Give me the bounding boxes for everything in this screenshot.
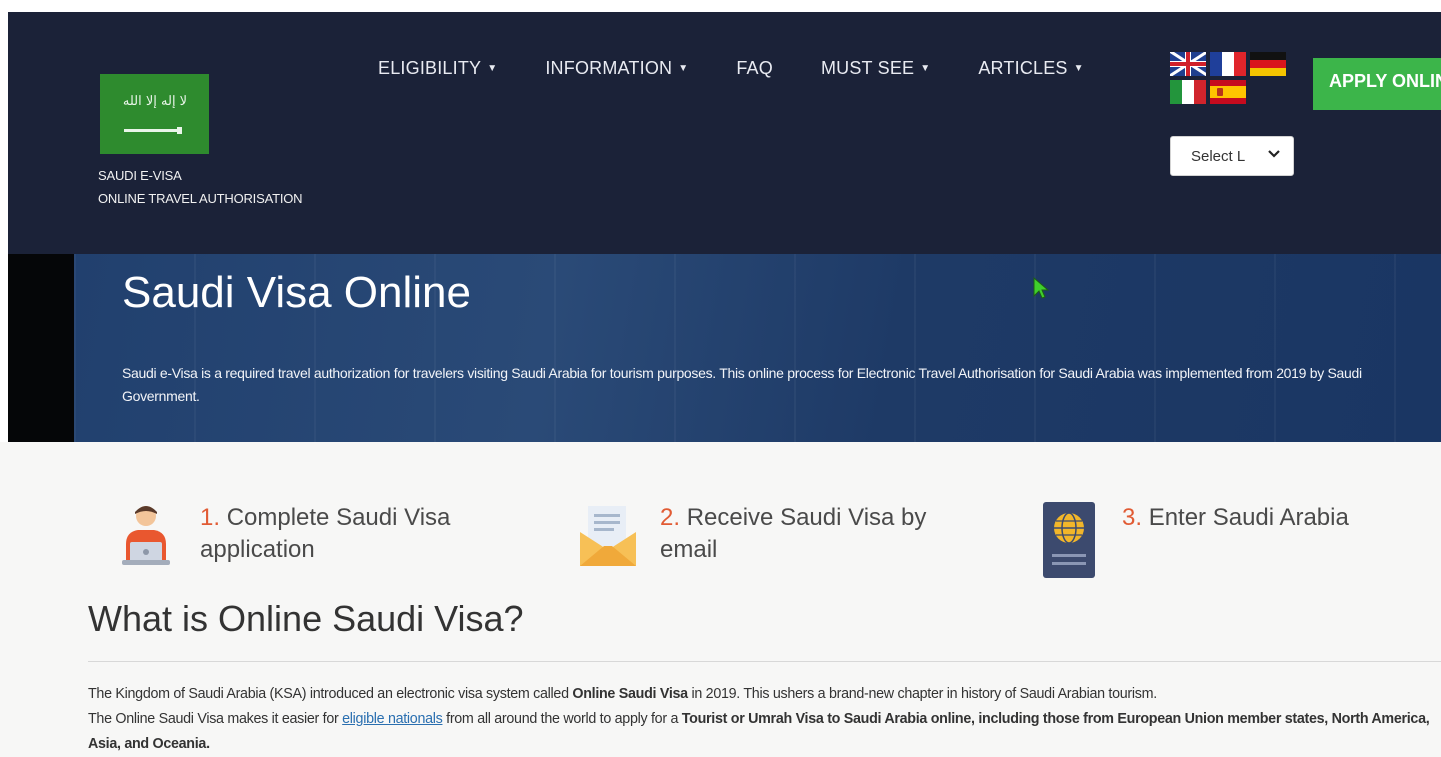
caret-down-icon: ▼ [487,63,498,74]
step-2-text: 2. Receive Saudi Visa by email [660,504,927,563]
person-laptop-icon [122,506,170,565]
apply-online-button[interactable]: APPLY ONLINE [1313,58,1441,110]
hero-left-edge [8,254,74,442]
italy-flag-icon[interactable] [1170,80,1206,104]
uk-flag-icon[interactable] [1170,52,1206,76]
language-select-value: Select L [1191,147,1246,165]
eligible-nationals-link[interactable]: eligible nationals [342,711,443,727]
caret-down-icon: ▼ [920,63,931,74]
caret-down-icon: ▼ [1073,63,1084,74]
nav-information[interactable]: INFORMATION ▼ [545,58,688,79]
envelope-icon [580,506,636,566]
france-flag-icon[interactable] [1210,52,1246,76]
germany-flag-icon[interactable] [1250,52,1286,76]
brand-line-1: SAUDI E-VISA [98,168,182,183]
section-paragraph: The Kingdom of Saudi Arabia (KSA) introd… [88,686,1430,752]
section-title: What is Online Saudi Visa? [88,598,524,639]
saudi-flag-logo[interactable]: لا إله إلا الله [100,74,209,154]
brand-text[interactable]: SAUDI E-VISA ONLINE TRAVEL AUTHORISATION [98,164,303,210]
brand-line-2: ONLINE TRAVEL AUTHORISATION [98,191,303,206]
mouse-cursor-icon [1033,276,1050,299]
nav-faq[interactable]: FAQ [736,58,773,79]
main-nav: ELIGIBILITY ▼ INFORMATION ▼ FAQ MUST SEE ▼ … [378,58,1132,79]
logo-script: لا إله إلا الله [122,94,188,109]
hero-description: Saudi e-Visa is a required travel author… [122,365,1362,404]
chevron-down-icon [1267,147,1281,164]
passport-icon [1043,502,1095,578]
step-1-text: 1. Complete Saudi Visa application [200,504,451,563]
caret-down-icon: ▼ [678,63,689,74]
nav-eligibility[interactable]: ELIGIBILITY ▼ [378,58,497,79]
site-header: لا إله إلا الله SAUDI E-VISA ONLINE TRAV… [8,12,1441,254]
spain-flag-icon[interactable] [1210,80,1246,104]
main-content: 1. Complete Saudi Visa application 2. Re… [0,442,1441,757]
nav-articles[interactable]: ARTICLES ▼ [978,58,1083,79]
hero-banner: Saudi Visa Online Saudi e-Visa is a requ… [74,254,1441,442]
nav-must-see[interactable]: MUST SEE ▼ [821,58,930,79]
hero-title: Saudi Visa Online [122,268,471,317]
section-divider [88,661,1441,662]
step-3-text: 3. Enter Saudi Arabia [1122,504,1349,531]
language-select[interactable]: Select L [1170,136,1294,176]
sword-icon [124,127,182,134]
